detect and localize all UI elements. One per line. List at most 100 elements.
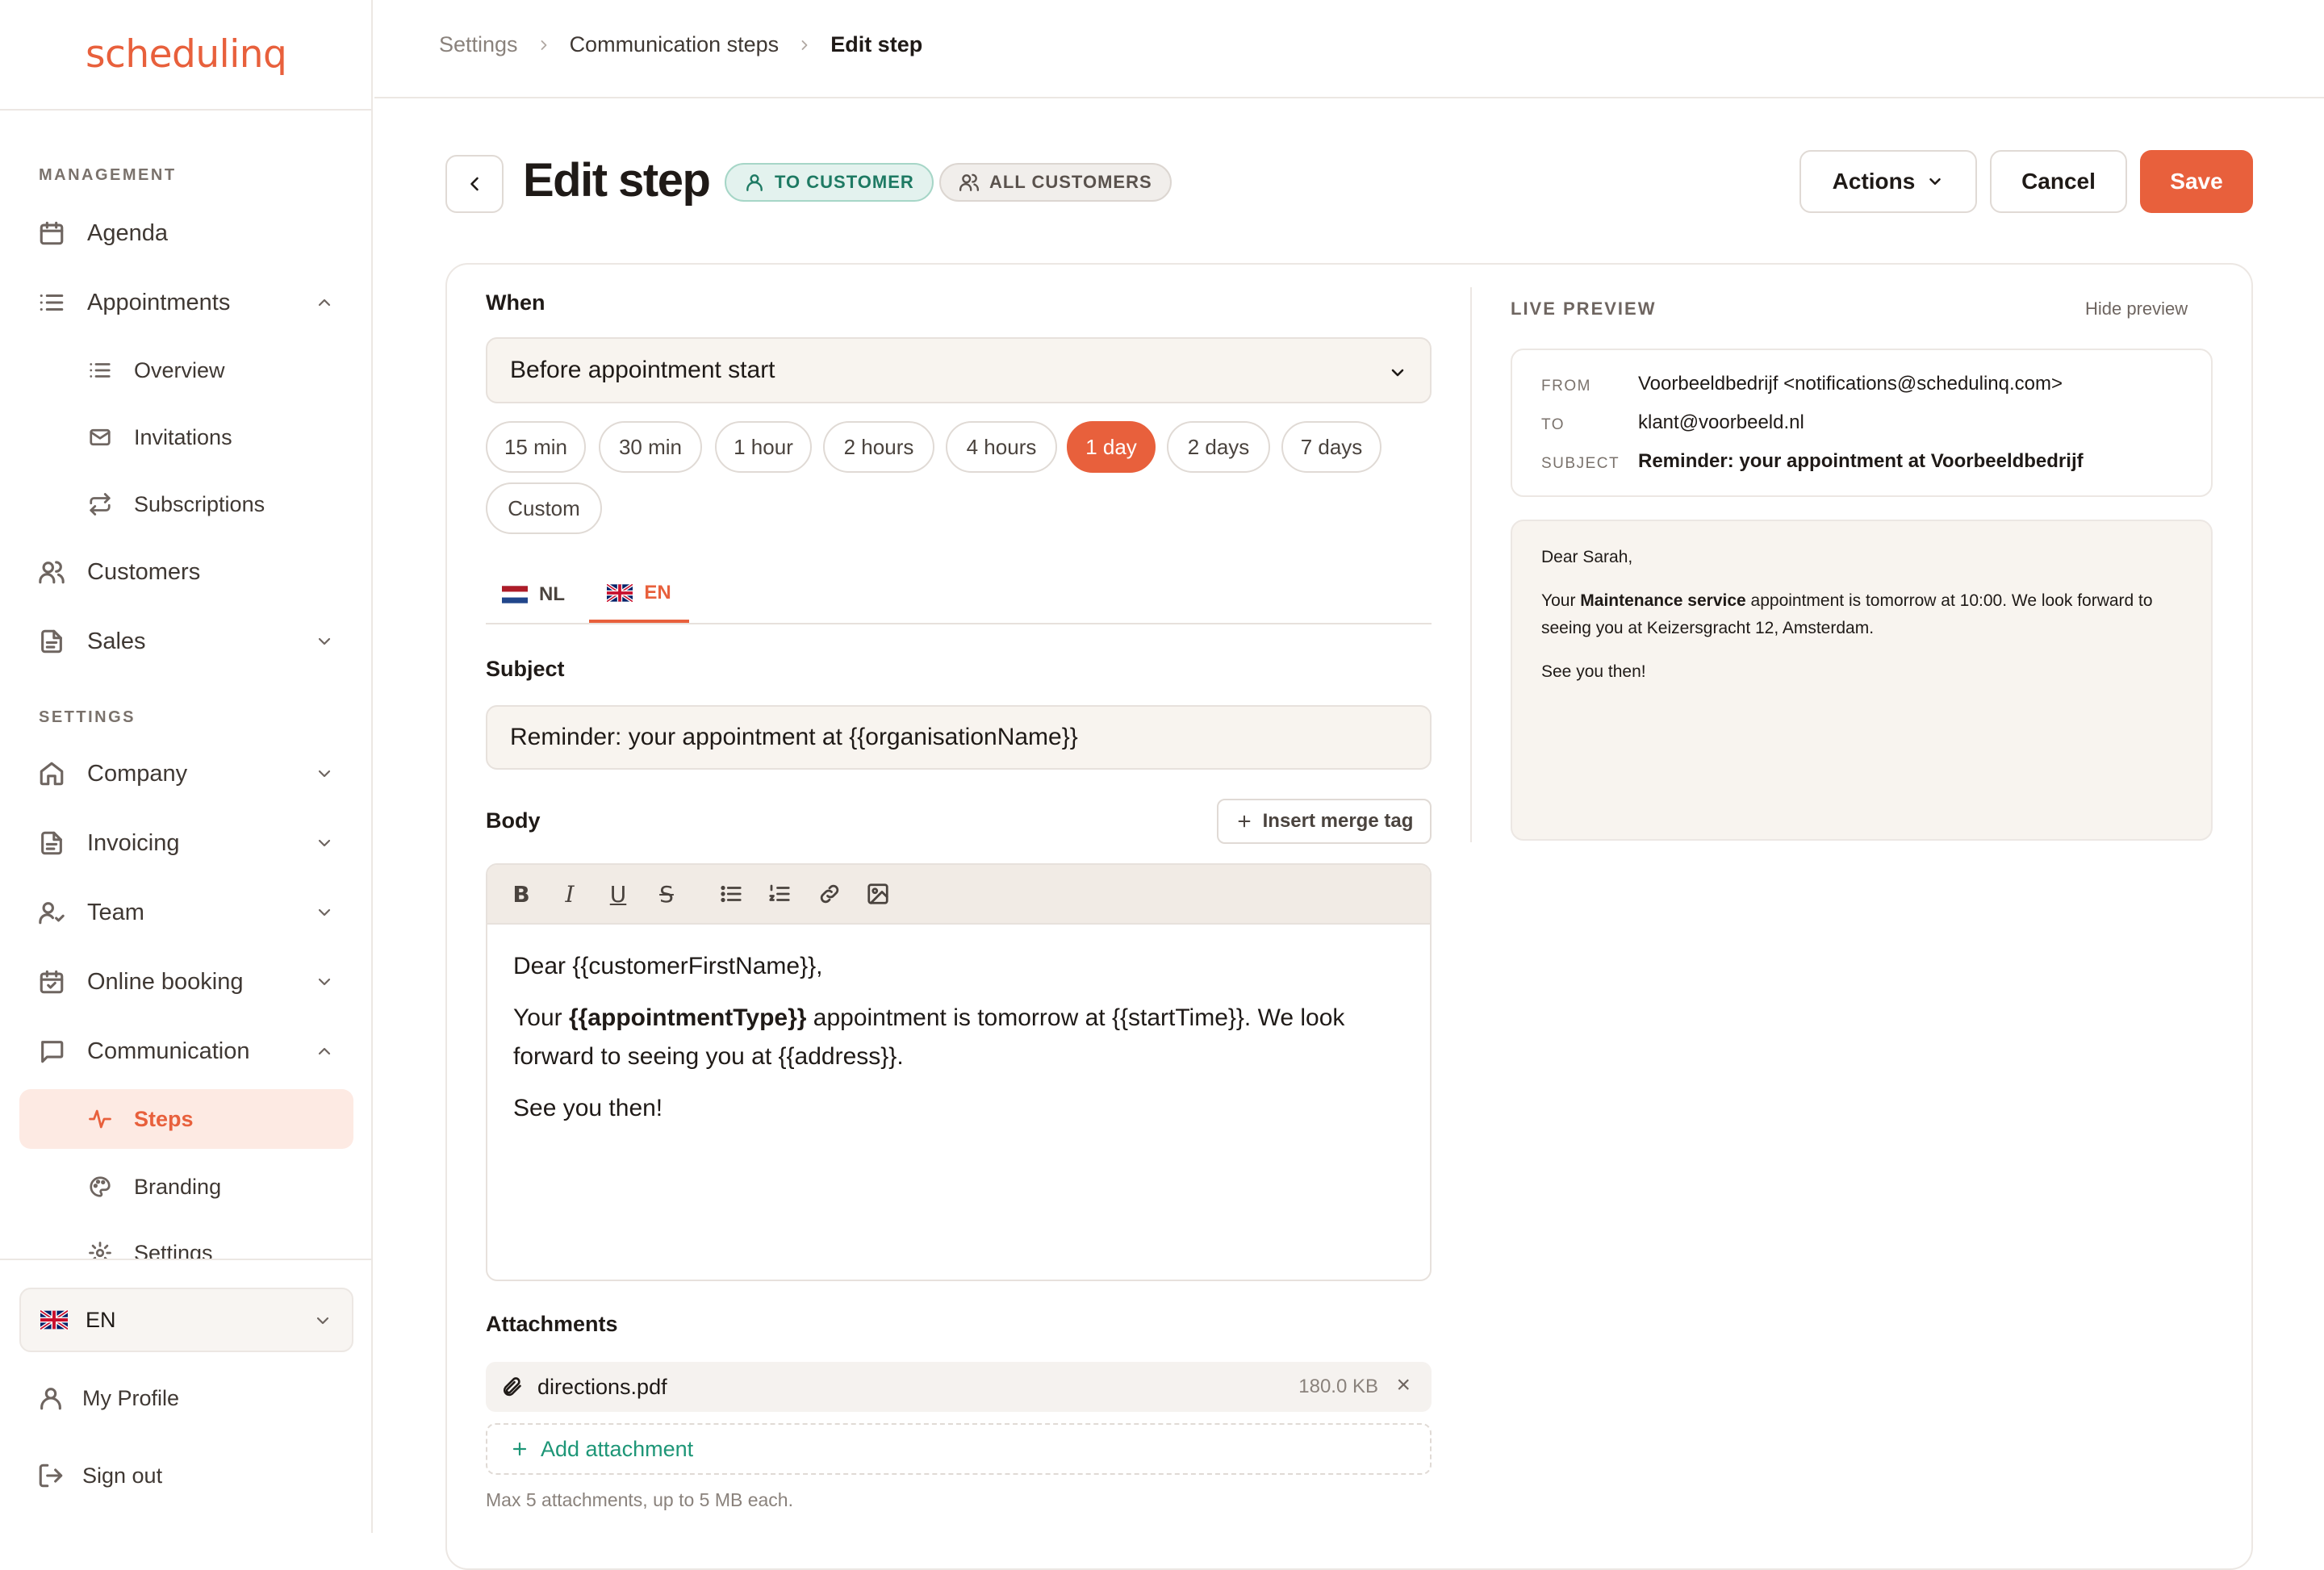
numbered-list-icon[interactable] — [763, 878, 796, 910]
audience-badge: ALL CUSTOMERS — [939, 163, 1172, 202]
actions-button[interactable]: Actions — [1799, 150, 1977, 213]
chevron-down-icon — [1929, 177, 1942, 186]
header-divider — [374, 97, 2324, 98]
offset-chip[interactable]: 2 days — [1167, 421, 1270, 473]
sidebar-item-branding[interactable]: Branding — [19, 1157, 353, 1217]
subject-label: Subject — [486, 657, 565, 681]
preview-text: Your — [1541, 591, 1581, 610]
sidebar-item-invitations[interactable]: Invitations — [19, 407, 353, 467]
sidebar-item-appointments[interactable]: Appointments — [19, 273, 353, 332]
attachment-name[interactable]: directions.pdf — [537, 1375, 667, 1400]
sidebar-item-settings[interactable]: Settings — [19, 1223, 353, 1259]
tab-nl[interactable]: NL — [502, 566, 565, 623]
app-logo[interactable]: schedulinq — [86, 32, 287, 77]
insert-merge-tag-button[interactable]: Insert merge tag — [1217, 799, 1432, 844]
sidebar-item-label: Appointments — [87, 289, 231, 315]
audience-badge-label: ALL CUSTOMERS — [989, 172, 1152, 192]
list-icon — [84, 354, 116, 386]
attachments-hint: Max 5 attachments, up to 5 MB each. — [486, 1489, 793, 1510]
editor-toolbar: B I U S — [487, 865, 1430, 925]
sign-out-label: Sign out — [82, 1463, 163, 1488]
my-profile-link[interactable]: My Profile — [19, 1370, 353, 1426]
sidebar-item-agenda[interactable]: Agenda — [19, 203, 353, 263]
chevron-down-icon[interactable] — [315, 903, 334, 922]
attachment-item: directions.pdf 180.0 KB × — [486, 1362, 1432, 1412]
sign-out-link[interactable]: Sign out — [19, 1447, 353, 1504]
sidebar-item-sales[interactable]: Sales — [19, 612, 353, 671]
underline-icon[interactable]: U — [602, 878, 634, 910]
section-label-settings: SETTINGS — [39, 708, 136, 726]
chevron-down-icon[interactable] — [315, 764, 334, 783]
sidebar-scroll-clip: Settings — [0, 1210, 371, 1259]
when-select[interactable]: Before appointment start — [486, 337, 1432, 403]
sidebar-item-invoicing[interactable]: Invoicing — [19, 813, 353, 873]
sidebar-item-company[interactable]: Company — [19, 744, 353, 804]
preview-appointment-type: Maintenance service — [1580, 591, 1746, 610]
sidebar-item-online-booking[interactable]: Online booking — [19, 952, 353, 1012]
sidebar-item-steps[interactable]: Steps — [19, 1089, 353, 1149]
hide-preview-link[interactable]: Hide preview — [2085, 299, 2188, 319]
chevron-down-icon — [1391, 369, 1404, 377]
breadcrumb-communication-steps[interactable]: Communication steps — [570, 32, 780, 57]
sidebar-item-label: Communication — [87, 1038, 250, 1064]
add-attachment-button[interactable]: Add attachment — [486, 1423, 1432, 1475]
offset-chip[interactable]: 1 hour — [715, 421, 812, 473]
offset-chip-selected[interactable]: 1 day — [1067, 421, 1156, 473]
offset-chip[interactable]: 2 hours — [823, 421, 934, 473]
body-greeting: Dear {{customerFirstName}}, — [513, 953, 823, 979]
chevron-down-icon[interactable] — [315, 972, 334, 992]
invoice-icon — [34, 825, 69, 861]
sidebar-item-communication[interactable]: Communication — [19, 1021, 353, 1081]
plus-icon — [1238, 815, 1251, 828]
sidebar-item-customers[interactable]: Customers — [19, 542, 353, 602]
sidebar-divider — [0, 1259, 371, 1260]
sidebar-item-label: Online booking — [87, 968, 244, 995]
preview-paragraph: Your Maintenance service appointment is … — [1541, 587, 2187, 642]
italic-icon[interactable]: I — [554, 878, 586, 910]
link-icon[interactable] — [813, 878, 846, 910]
calendar-check-icon — [34, 964, 69, 1000]
user-icon — [746, 174, 763, 191]
back-button[interactable] — [445, 155, 504, 213]
offset-chip[interactable]: 7 days — [1281, 421, 1381, 473]
breadcrumb-settings[interactable]: Settings — [439, 32, 518, 57]
message-icon — [34, 1033, 69, 1069]
chevron-up-icon[interactable] — [315, 1042, 334, 1061]
sidebar-item-overview[interactable]: Overview — [19, 340, 353, 400]
sidebar-item-label: Customers — [87, 558, 201, 585]
strikethrough-icon[interactable]: S — [650, 878, 683, 910]
bold-icon[interactable]: B — [505, 878, 537, 910]
cancel-button[interactable]: Cancel — [1990, 150, 2127, 213]
sidebar-item-label: Overview — [134, 357, 225, 382]
chevron-down-icon[interactable] — [315, 632, 334, 651]
sidebar-item-subscriptions[interactable]: Subscriptions — [19, 474, 353, 534]
home-icon — [34, 756, 69, 791]
offset-chip[interactable]: 4 hours — [946, 421, 1057, 473]
tab-en[interactable]: EN — [589, 566, 689, 623]
preview-subject-value: Reminder: your appointment at Voorbeeldb… — [1638, 450, 2084, 472]
offset-chip[interactable]: 30 min — [599, 421, 702, 473]
offset-chip-custom[interactable]: Custom — [486, 482, 602, 534]
sidebar-item-team[interactable]: Team — [19, 883, 353, 942]
users-icon — [34, 554, 69, 590]
bullet-list-icon[interactable] — [715, 878, 747, 910]
image-icon[interactable] — [862, 878, 894, 910]
breadcrumb: Settings Communication steps Edit step — [439, 32, 922, 57]
subject-input[interactable]: Reminder: your appointment at {{organisa… — [486, 705, 1432, 770]
activity-icon — [84, 1103, 116, 1135]
sidebar-item-label: Agenda — [87, 219, 168, 246]
remove-attachment-icon[interactable]: × — [1396, 1372, 1411, 1399]
document-icon — [34, 624, 69, 659]
save-button[interactable]: Save — [2140, 150, 2253, 213]
body-closing: See you then! — [513, 1095, 663, 1121]
offset-chip[interactable]: 15 min — [486, 421, 586, 473]
chevron-up-icon[interactable] — [315, 293, 334, 312]
language-select[interactable]: EN — [19, 1288, 353, 1352]
actions-label: Actions — [1832, 169, 1916, 194]
live-preview-label: LIVE PREVIEW — [1511, 299, 1657, 319]
preview-subject-key: SUBJECT — [1541, 455, 1620, 472]
tab-nl-label: NL — [539, 583, 565, 605]
body-editor[interactable]: B I U S Dear {{customerFirstName}}, Your… — [486, 863, 1432, 1281]
insert-merge-tag-label: Insert merge tag — [1262, 810, 1414, 832]
chevron-down-icon[interactable] — [315, 833, 334, 853]
